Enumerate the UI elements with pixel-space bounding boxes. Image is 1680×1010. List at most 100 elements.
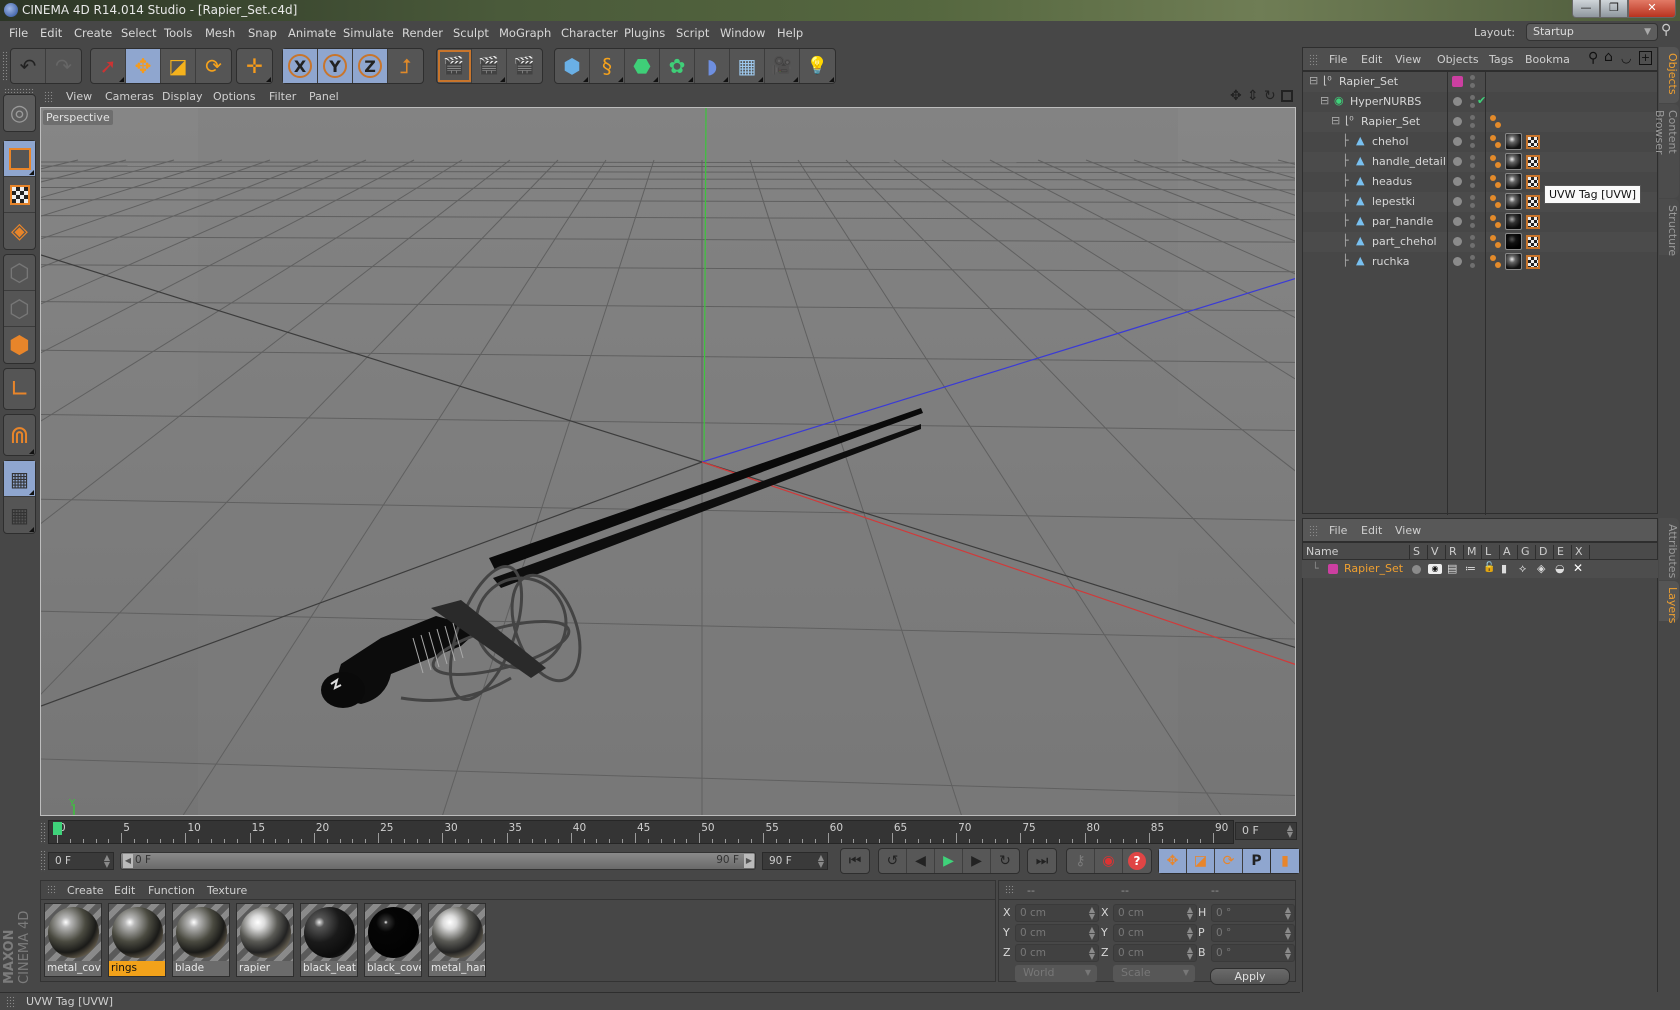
material-swatch[interactable]: metal_hand [428, 903, 486, 977]
uvw-tag-icon[interactable] [1526, 235, 1540, 249]
editor-visibility-toggle[interactable] [1470, 95, 1475, 100]
object-name[interactable]: part_chehol [1372, 235, 1437, 248]
points-mode-icon[interactable]: ⬡ [4, 255, 35, 291]
viewport-menu-options[interactable]: Options [213, 90, 255, 103]
col-deformers[interactable]: D [1535, 545, 1553, 561]
solo-toggle[interactable] [1412, 565, 1421, 574]
range-end-handle[interactable]: ▶ [744, 854, 754, 868]
deformer-icon[interactable]: ◈ [1537, 562, 1545, 575]
coordinate-mode-dropdown[interactable]: World ▼ [1015, 965, 1097, 982]
cube-icon[interactable]: ⬢ [555, 49, 590, 83]
menu-window[interactable]: Window [720, 26, 765, 40]
menu-render[interactable]: Render [402, 26, 443, 40]
material-tag-icon[interactable] [1505, 173, 1522, 190]
object-row[interactable]: ├ ▲ chehol [1303, 132, 1657, 152]
uvw-tag-icon[interactable] [1526, 155, 1540, 169]
rotate-view-icon[interactable]: ↻ [1264, 88, 1276, 104]
object-name[interactable]: HyperNURBS [1350, 95, 1421, 108]
render-visibility-toggle[interactable] [1470, 163, 1475, 168]
col-animation[interactable]: A [1499, 545, 1517, 561]
object-name[interactable]: chehol [1372, 135, 1409, 148]
pos-y-field[interactable]: 0 cm ▲ ▼ [1015, 924, 1099, 942]
3d-viewport[interactable]: Y Z X Perspective [40, 107, 1296, 816]
spinner-icon[interactable]: ▲ ▼ [1089, 926, 1095, 941]
render-visibility-toggle[interactable] [1470, 263, 1475, 268]
object-row[interactable]: ├ ▲ handle_detail [1303, 152, 1657, 172]
col-solo[interactable]: S [1409, 545, 1427, 561]
objects-menu-view[interactable]: View [1395, 53, 1421, 66]
animation-film-icon[interactable]: ▮ [1501, 562, 1507, 575]
restore-button[interactable]: ❐ [1600, 0, 1628, 18]
collapse-toggle-icon[interactable]: ⊟ [1309, 74, 1318, 87]
axis-mode-icon[interactable]: ∟ [4, 369, 35, 409]
layer-color-swatch[interactable] [1452, 76, 1463, 87]
menu-sculpt[interactable]: Sculpt [453, 26, 489, 40]
material-name[interactable]: rapier [237, 961, 293, 976]
start-frame-field[interactable]: 0 F ▲ ▼ [48, 852, 114, 870]
object-name[interactable]: handle_detail [1372, 155, 1446, 168]
layer-dot[interactable] [1453, 137, 1462, 146]
editor-visibility-toggle[interactable] [1470, 155, 1475, 160]
viewport-menu-grip[interactable] [44, 91, 54, 103]
spinner-icon[interactable]: ▲ ▼ [1187, 926, 1193, 941]
prev-key-icon[interactable]: ↺ [879, 849, 907, 873]
rot-h-field[interactable]: 0 ° ▲ ▼ [1211, 904, 1295, 922]
spinner-icon[interactable]: ▲ ▼ [1285, 926, 1291, 941]
menu-mograph[interactable]: MoGraph [499, 26, 551, 40]
layer-row[interactable]: └ Rapier_Set ◉ ▤ ≔ 🔓 ▮ ⟡ ◈ ◒ ✕ [1302, 560, 1658, 578]
material-tag-icon[interactable] [1505, 153, 1522, 170]
layer-color-swatch[interactable] [1328, 564, 1338, 574]
rot-b-field[interactable]: 0 ° ▲ ▼ [1211, 944, 1295, 962]
toggle-panel-icon[interactable] [1281, 90, 1293, 102]
range-start-handle[interactable]: ◀ [123, 854, 133, 868]
render-visibility-toggle[interactable] [1470, 123, 1475, 128]
layer-dot[interactable] [1453, 237, 1462, 246]
col-locked[interactable]: L [1481, 545, 1499, 561]
render-clapper-icon[interactable]: ▤ [1447, 562, 1457, 575]
col-render[interactable]: R [1445, 545, 1463, 561]
tab-attributes[interactable]: Attributes [1659, 518, 1679, 580]
editor-visibility-toggle[interactable] [1470, 215, 1475, 220]
menu-plugins[interactable]: Plugins [624, 26, 665, 40]
menu-help[interactable]: Help [777, 26, 803, 40]
material-name[interactable]: black_cove [365, 961, 421, 976]
menu-mesh[interactable]: Mesh [205, 26, 235, 40]
spinner-icon[interactable]: ▲ ▼ [1089, 946, 1095, 961]
minimize-button[interactable]: — [1572, 0, 1600, 18]
size-x-field[interactable]: 0 cm ▲ ▼ [1113, 904, 1197, 922]
key-scale-icon[interactable]: ◪ [1187, 849, 1215, 873]
menu-simulate[interactable]: Simulate [343, 26, 394, 40]
render-visibility-toggle[interactable] [1470, 243, 1475, 248]
render-visibility-toggle[interactable] [1470, 103, 1475, 108]
object-row[interactable]: ├ ▲ ruchka [1303, 252, 1657, 272]
move-icon[interactable]: ✥ [126, 49, 161, 83]
object-name[interactable]: headus [1372, 175, 1412, 188]
menu-file[interactable]: File [9, 26, 28, 40]
phong-tag-icon[interactable] [1490, 215, 1496, 221]
z-axis-icon[interactable]: Z [353, 49, 388, 83]
editor-visibility-toggle[interactable] [1470, 115, 1475, 120]
material-tag-icon[interactable] [1505, 133, 1522, 150]
material-swatch[interactable]: rings [108, 903, 166, 977]
keyframe-selection-icon[interactable]: ? [1123, 849, 1151, 873]
editor-visibility-toggle[interactable] [1470, 235, 1475, 240]
close-button[interactable]: ✕ [1628, 0, 1676, 18]
nurbs-icon[interactable]: ⬣ [625, 49, 660, 83]
viewport-menu-cameras[interactable]: Cameras [105, 90, 154, 103]
workplane-mode-icon[interactable]: ◈ [4, 213, 35, 249]
go-to-start-icon[interactable]: ⏮ [841, 849, 869, 873]
objects-menu-objects[interactable]: Objects [1437, 53, 1479, 66]
undo-icon[interactable]: ↶ [11, 49, 46, 83]
editor-visibility-toggle[interactable] [1470, 75, 1475, 80]
phong-tag-icon[interactable] [1490, 115, 1496, 121]
material-name[interactable]: rings [109, 961, 165, 976]
polygons-mode-icon[interactable]: ⬢ [4, 327, 35, 363]
objects-menu-tags[interactable]: Tags [1489, 53, 1513, 66]
spinner-icon[interactable]: ▲ ▼ [1089, 906, 1095, 921]
next-frame-icon[interactable]: ▶ [963, 849, 991, 873]
add-object-icon[interactable]: ✛ [237, 49, 272, 83]
render-visibility-toggle[interactable] [1470, 203, 1475, 208]
object-name[interactable]: Rapier_Set [1361, 115, 1420, 128]
layer-manager-grip[interactable] [1309, 525, 1319, 537]
spinner-icon[interactable]: ▲ ▼ [1187, 906, 1193, 921]
